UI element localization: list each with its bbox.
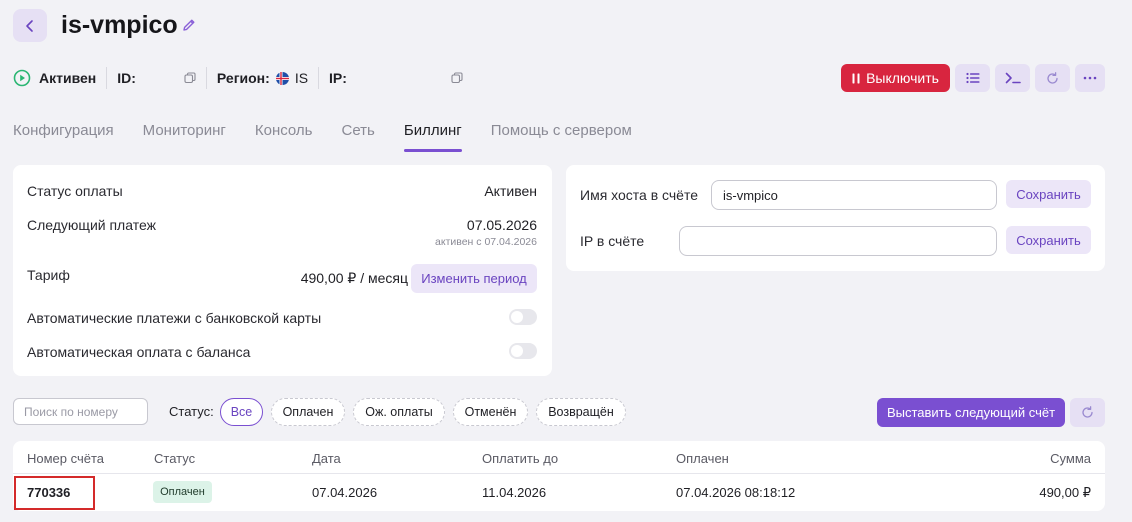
auto-balance-toggle[interactable] <box>509 343 537 359</box>
invoice-amount: 490,00 ₽ <box>1039 485 1091 500</box>
chip-all[interactable]: Все <box>220 398 263 426</box>
divider <box>106 67 108 89</box>
list-button[interactable] <box>955 64 990 92</box>
tab-console[interactable]: Консоль <box>255 120 313 152</box>
more-button[interactable] <box>1075 64 1105 92</box>
save-ip-button[interactable]: Сохранить <box>1006 226 1091 254</box>
col-paid-at: Оплачен <box>676 451 729 466</box>
save-hostname-button[interactable]: Сохранить <box>1006 180 1091 208</box>
tariff-label: Тариф <box>27 267 70 283</box>
ip-label: IP: <box>329 70 347 86</box>
status-badge: Оплачен <box>153 481 212 503</box>
iceland-flag-icon <box>275 71 289 85</box>
pause-icon <box>852 73 860 83</box>
billing-card: Статус оплаты Активен Следующий платеж 0… <box>13 165 552 376</box>
col-pay-until: Оплатить до <box>482 451 559 466</box>
chip-awaiting[interactable]: Ож. оплаты <box>353 398 445 426</box>
col-amount: Сумма <box>1050 451 1091 466</box>
chip-refunded[interactable]: Возвращён <box>536 398 626 426</box>
col-date: Дата <box>312 451 341 466</box>
tab-network[interactable]: Сеть <box>342 120 375 152</box>
tab-monitoring[interactable]: Мониторинг <box>143 120 226 152</box>
ip-in-invoice-label: IP в счёте <box>580 233 645 249</box>
next-payment-value: 07.05.2026 <box>466 217 537 233</box>
hostname-value: is-vmpico <box>723 187 778 203</box>
console-button[interactable] <box>995 64 1030 92</box>
refresh-invoices-button[interactable] <box>1070 398 1105 427</box>
auto-card-toggle[interactable] <box>509 309 537 325</box>
issue-next-invoice-button[interactable]: Выставить следующий счёт <box>877 398 1065 427</box>
divider <box>205 67 207 89</box>
divider <box>318 67 320 89</box>
tab-server-help[interactable]: Помощь с сервером <box>491 120 632 152</box>
invoice-paid-at: 07.04.2026 08:18:12 <box>676 485 796 500</box>
invoice-settings-card: Имя хоста в счёте is-vmpico Сохранить IP… <box>566 165 1105 271</box>
next-payment-label: Следующий платеж <box>27 217 156 233</box>
invoice-search-input[interactable]: Поиск по номеру <box>13 398 148 425</box>
copy-ip-icon[interactable] <box>451 72 463 84</box>
next-payment-note: активен с 07.04.2026 <box>435 236 537 248</box>
reboot-button[interactable] <box>1035 64 1070 92</box>
page-title: is-vmpico <box>61 11 178 39</box>
table-divider <box>13 473 1105 474</box>
invoices-table: Номер счёта Статус Дата Оплатить до Опла… <box>13 441 1105 511</box>
shutdown-button[interactable]: Выключить <box>841 64 950 92</box>
id-label: ID: <box>117 70 136 86</box>
copy-id-icon[interactable] <box>184 72 196 84</box>
shutdown-label: Выключить <box>866 70 939 86</box>
hostname-label: Имя хоста в счёте <box>580 187 699 203</box>
server-tabs: Конфигурация Мониторинг Консоль Сеть Бил… <box>13 120 661 152</box>
server-status-row: Активен ID: Регион: IS IP: <box>13 64 463 92</box>
ip-in-invoice-input[interactable] <box>679 226 997 256</box>
server-state: Активен <box>39 70 97 86</box>
chip-paid[interactable]: Оплачен <box>271 398 345 426</box>
change-period-button[interactable]: Изменить период <box>411 264 537 293</box>
col-number: Номер счёта <box>27 451 105 466</box>
search-placeholder: Поиск по номеру <box>24 404 118 419</box>
tab-configuration[interactable]: Конфигурация <box>13 120 114 152</box>
list-icon <box>965 72 979 84</box>
edit-icon[interactable] <box>181 17 197 33</box>
hostname-input[interactable]: is-vmpico <box>711 180 997 210</box>
region-label: Регион: <box>216 70 270 86</box>
invoice-date: 07.04.2026 <box>312 485 378 500</box>
refresh-icon <box>1047 71 1058 84</box>
col-status: Статус <box>154 451 196 466</box>
invoice-number[interactable]: 770336 <box>27 485 70 500</box>
region-code: IS <box>294 70 309 86</box>
more-horizontal-icon <box>1083 76 1097 80</box>
auto-balance-label: Автоматическая оплата с баланса <box>27 344 251 360</box>
terminal-icon <box>1005 72 1021 84</box>
status-filter-label: Статус: <box>169 404 214 419</box>
pay-status-value: Активен <box>484 183 537 199</box>
refresh-icon <box>1082 406 1093 418</box>
tariff-value: 490,00 ₽ / месяц <box>300 270 408 286</box>
invoice-pay-until: 11.04.2026 <box>482 485 547 500</box>
back-button[interactable] <box>13 9 47 42</box>
chevron-left-icon <box>26 19 33 32</box>
pay-status-label: Статус оплаты <box>27 183 123 199</box>
play-circle-icon <box>13 69 31 87</box>
auto-card-label: Автоматические платежи с банковской карт… <box>27 310 322 326</box>
tab-billing[interactable]: Биллинг <box>403 120 462 152</box>
chip-cancelled[interactable]: Отменён <box>453 398 528 426</box>
